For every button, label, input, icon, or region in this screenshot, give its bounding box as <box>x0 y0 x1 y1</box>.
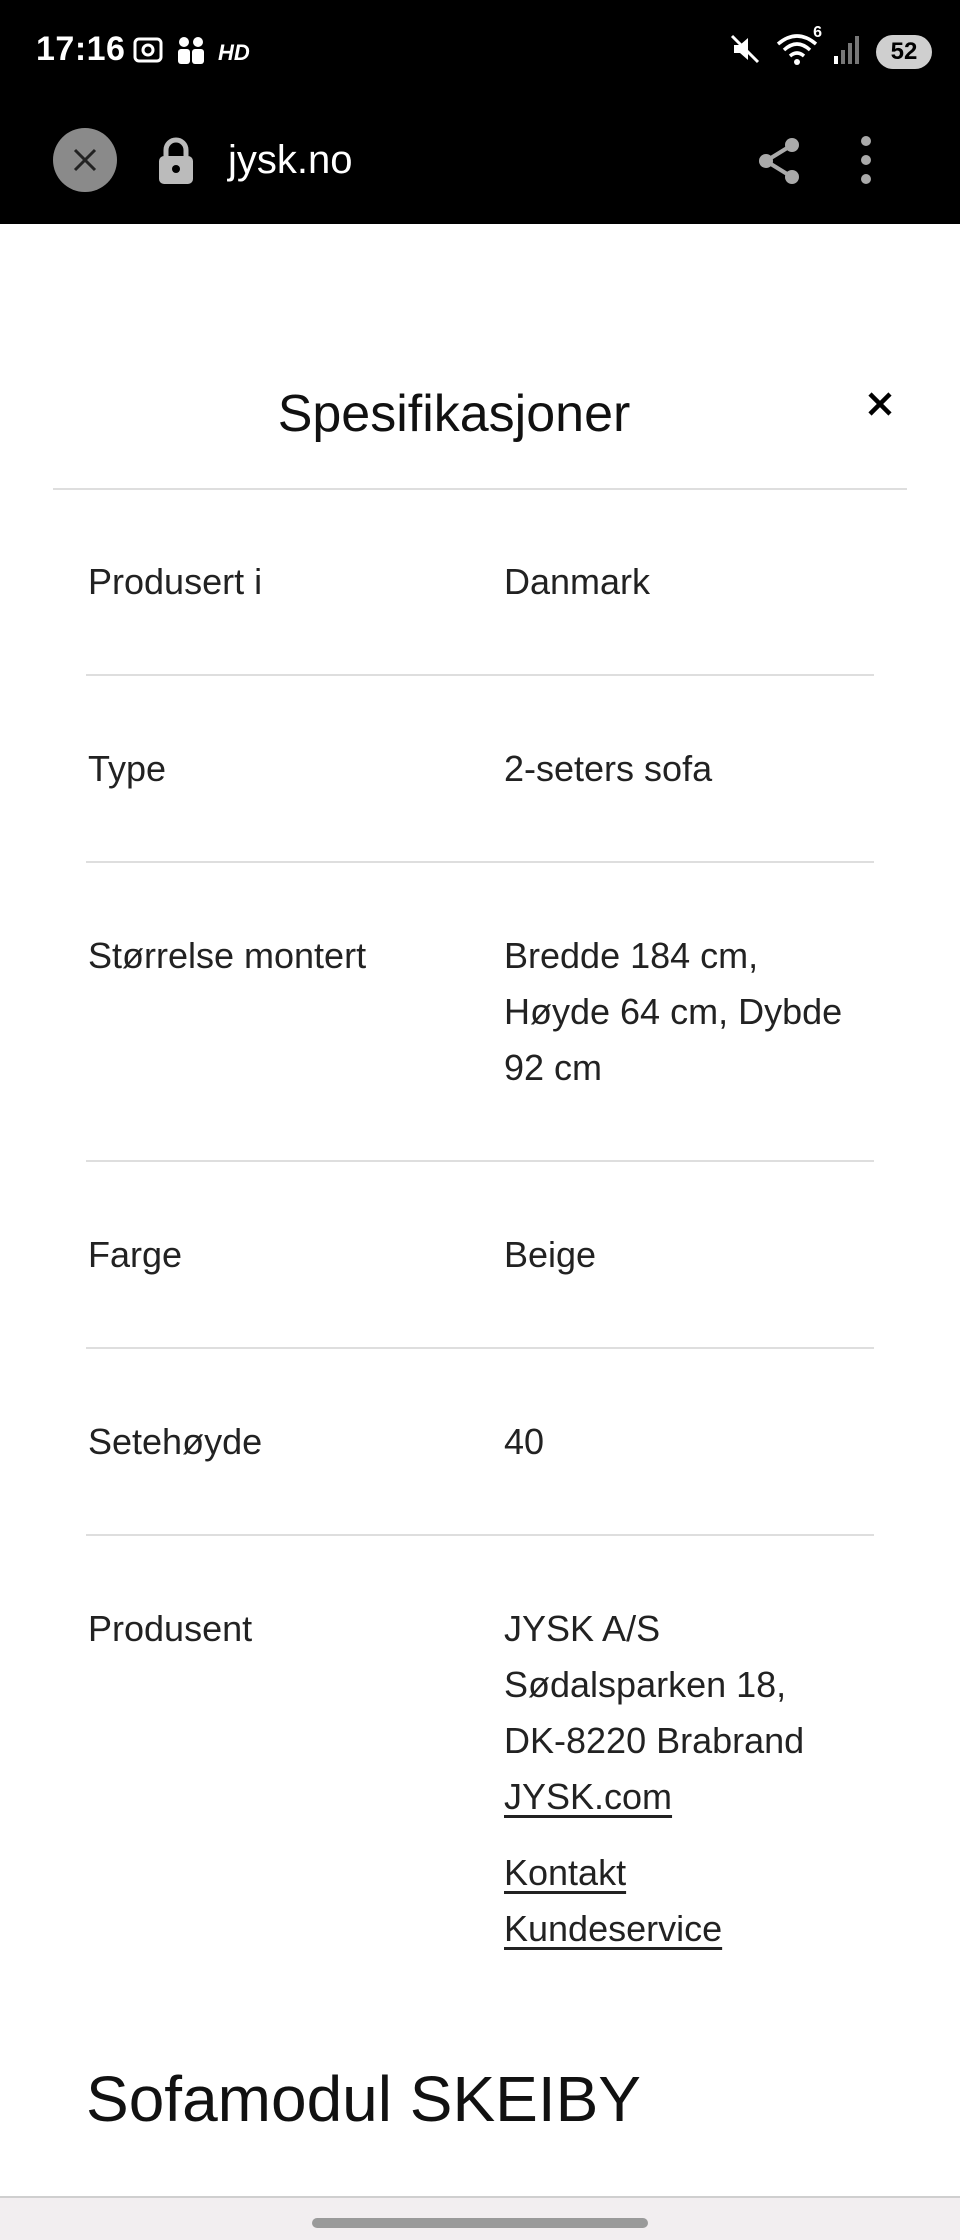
row-divider <box>86 674 874 676</box>
contact-link-line2[interactable]: Kundeservice <box>504 1908 722 1949</box>
row-divider <box>86 1160 874 1162</box>
nav-divider <box>0 2196 960 2198</box>
spec-value: 40 <box>504 1421 545 1462</box>
url-text[interactable]: jysk.no <box>228 138 353 183</box>
spec-value-line: DK-8220 Brabrand <box>504 1720 805 1761</box>
contact-link-line1[interactable]: Kontakt <box>504 1852 626 1893</box>
spec-label: Produsent <box>88 1608 253 1649</box>
spec-value-line: Sødalsparken 18, <box>504 1664 787 1705</box>
spec-label: Farge <box>88 1234 183 1275</box>
screenshot-icon <box>132 34 164 71</box>
close-icon <box>868 392 892 416</box>
spec-value: Bredde 184 cm, Høyde 64 cm, Dybde 92 cm <box>504 928 874 1096</box>
gesture-handle[interactable] <box>312 2218 648 2228</box>
signal-icon <box>832 32 862 71</box>
spec-label: Type <box>88 748 167 789</box>
title-divider <box>53 488 907 490</box>
spec-value: JYSK A/S Sødalsparken 18, DK-8220 Brabra… <box>504 1601 874 1957</box>
modal-title: Spesifikasjoner <box>277 385 631 443</box>
wifi-badge: 6 <box>813 24 822 41</box>
spec-value-line: Bredde 184 cm, <box>504 935 759 976</box>
spec-value-line: JYSK A/S <box>504 1608 661 1649</box>
status-bar: 17:16 HD 6 52 <box>0 0 960 108</box>
battery-indicator: 52 <box>876 34 932 69</box>
spec-label: Produsert i <box>88 561 263 602</box>
spec-value: 2-seters sofa <box>504 748 713 789</box>
browser-toolbar: jysk.no <box>0 108 960 224</box>
people-icon <box>174 34 208 71</box>
share-icon[interactable] <box>756 136 802 191</box>
spec-value: Danmark <box>504 561 651 602</box>
jysk-com-link[interactable]: JYSK.com <box>504 1776 672 1817</box>
status-right-icons: 6 52 <box>728 24 932 71</box>
row-divider <box>86 1534 874 1536</box>
close-icon <box>73 148 97 172</box>
status-left-icons: HD <box>132 34 250 71</box>
more-vert-icon[interactable] <box>858 134 874 191</box>
close-tab-button[interactable] <box>53 128 117 192</box>
spec-value-line: Høyde 64 cm, Dybde <box>504 991 843 1032</box>
wifi-icon: 6 <box>776 24 822 71</box>
spec-label: Størrelse montert <box>88 935 367 976</box>
mute-icon <box>728 32 762 71</box>
row-divider <box>86 861 874 863</box>
status-time: 17:16 <box>36 30 126 68</box>
lock-icon[interactable] <box>156 136 196 191</box>
product-section-heading: Sofamodul SKEIBY <box>86 2063 641 2135</box>
modal-close-button[interactable] <box>862 386 898 422</box>
hd-icon: HD <box>218 39 250 65</box>
spec-value: Beige <box>504 1234 597 1275</box>
gesture-nav-area <box>0 2196 960 2240</box>
spec-label: Setehøyde <box>88 1421 263 1462</box>
row-divider <box>86 1347 874 1349</box>
spec-value-line: 92 cm <box>504 1047 603 1088</box>
specifications-modal: Spesifikasjoner Produsert i Danmark Type… <box>0 224 960 2196</box>
